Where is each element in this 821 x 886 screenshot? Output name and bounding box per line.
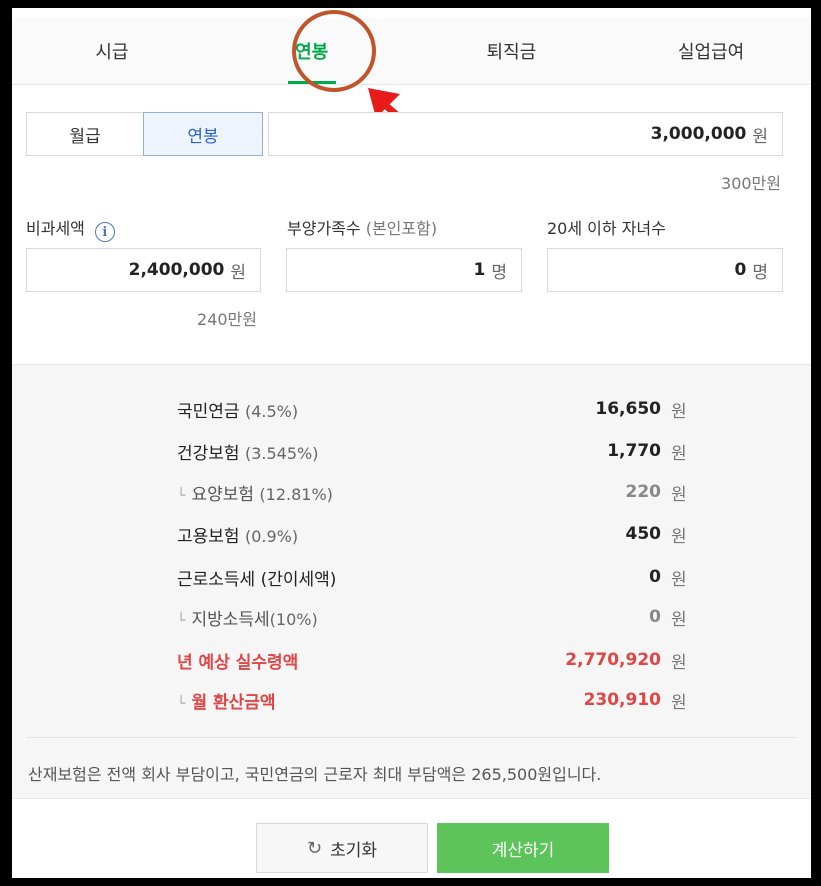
dependents-label-text: 부양가족수	[287, 219, 361, 238]
result-rate: (10%)	[269, 609, 318, 629]
results-panel: 국민연금 (4.5%) 16,650 원 건강보험 (3.545%) 1,770…	[12, 364, 811, 799]
tab-hourly[interactable]: 시급	[12, 18, 212, 84]
result-unit: 원	[671, 609, 687, 630]
result-label: 년 예상 실수령액	[177, 652, 299, 673]
reset-button[interactable]: ↻ 초기화	[256, 823, 428, 873]
result-row-health: 건강보험 (3.545%) 1,770 원	[177, 437, 687, 465]
result-name: 건강보험 (3.545%)	[177, 439, 607, 464]
tab-unemployment[interactable]: 실업급여	[611, 18, 811, 84]
result-label: 근로소득세 (간이세액)	[177, 569, 337, 590]
result-label: 고용보험	[177, 526, 240, 547]
result-rate: (12.81%)	[259, 484, 333, 504]
salary-input[interactable]: 3,000,000 원	[268, 112, 783, 156]
result-label: 지방소득세	[191, 609, 270, 630]
dependents-label-sub: (본인포함)	[365, 219, 438, 238]
result-unit: 원	[671, 401, 687, 422]
result-row-local-tax: └ 지방소득세(10%) 0 원	[177, 603, 687, 631]
result-row-monthly-net: └ 월 환산금액 230,910 원	[177, 686, 687, 714]
calculate-button[interactable]: 계산하기	[437, 823, 609, 873]
pay-type-annual[interactable]: 연봉	[143, 112, 263, 156]
result-label: 건강보험	[177, 443, 240, 464]
result-name: └ 요양보험 (12.81%)	[177, 480, 626, 505]
sub-item-marker: └	[177, 487, 186, 504]
non-taxable-label-text: 비과세액	[26, 219, 85, 238]
result-amount: 450	[625, 524, 662, 544]
children-value: 0	[734, 260, 747, 280]
result-amount: 220	[625, 482, 662, 502]
sub-item-marker: └	[177, 612, 186, 629]
tab-severance[interactable]: 퇴직금	[412, 18, 612, 84]
result-amount: 0	[649, 607, 661, 627]
result-unit: 원	[671, 526, 687, 547]
refresh-icon: ↻	[306, 837, 323, 859]
result-name: 국민연금 (4.5%)	[177, 397, 595, 422]
sub-item-marker: └	[177, 695, 186, 712]
salary-hint: 300만원	[721, 174, 781, 193]
dependents-unit: 명	[491, 262, 507, 283]
result-name: └ 월 환산금액	[177, 688, 584, 713]
non-taxable-value: 2,400,000	[128, 260, 225, 280]
result-rate: (0.9%)	[244, 526, 299, 546]
result-rate: (3.545%)	[244, 443, 319, 463]
result-unit: 원	[671, 443, 687, 464]
non-taxable-input[interactable]: 2,400,000 원	[26, 248, 261, 292]
pay-type-monthly[interactable]: 월급	[26, 112, 144, 156]
non-taxable-hint: 240만원	[197, 310, 257, 329]
result-amount: 16,650	[595, 399, 661, 419]
result-amount: 1,770	[607, 441, 661, 461]
result-amount: 0	[649, 567, 661, 587]
children-input[interactable]: 0 명	[547, 248, 783, 292]
result-row-longterm-care: └ 요양보험 (12.81%) 220 원	[177, 478, 687, 506]
result-rate: (4.5%)	[244, 401, 299, 421]
insurance-note: 산재보험은 전액 회사 부담이고, 국민연금의 근로자 최대 부담액은 265,…	[28, 765, 602, 784]
result-unit: 원	[671, 569, 687, 590]
result-amount: 230,910	[583, 690, 661, 710]
annotation-circle	[292, 10, 376, 92]
result-row-pension: 국민연금 (4.5%) 16,650 원	[177, 395, 687, 423]
result-row-income-tax: 근로소득세 (간이세액) 0 원	[177, 563, 687, 591]
non-taxable-label: 비과세액 i	[26, 215, 115, 242]
result-unit: 원	[671, 652, 687, 673]
result-row-annual-net: 년 예상 실수령액 2,770,920 원	[177, 646, 687, 674]
salary-value: 3,000,000	[650, 124, 747, 144]
result-row-employment: 고용보험 (0.9%) 450 원	[177, 520, 687, 548]
salary-unit: 원	[752, 126, 768, 147]
result-name: └ 지방소득세(10%)	[177, 605, 649, 630]
result-name: 근로소득세 (간이세액)	[177, 565, 649, 590]
result-name: 고용보험 (0.9%)	[177, 522, 626, 547]
calculator-tabs: 시급 연봉 퇴직금 실업급여	[12, 18, 811, 85]
result-amount: 2,770,920	[565, 650, 661, 670]
dependents-value: 1	[473, 260, 486, 280]
result-label: 월 환산금액	[191, 692, 276, 713]
non-taxable-unit: 원	[230, 262, 246, 283]
result-name: 년 예상 실수령액	[177, 648, 565, 673]
children-unit: 명	[752, 262, 768, 283]
result-label: 요양보험	[191, 484, 254, 505]
reset-label: 초기화	[330, 840, 377, 861]
children-label: 20세 이하 자녀수	[547, 219, 666, 238]
action-bar: ↻ 초기화 계산하기	[12, 798, 811, 878]
dependents-label: 부양가족수 (본인포함)	[287, 215, 437, 239]
dependents-input[interactable]: 1 명	[286, 248, 522, 292]
result-label: 국민연금	[177, 401, 240, 422]
result-unit: 원	[671, 692, 687, 713]
info-icon[interactable]: i	[94, 222, 115, 242]
result-unit: 원	[671, 484, 687, 505]
calculator-panel: 시급 연봉 퇴직금 실업급여 월급 연봉 3,000,000 원 300만원 비…	[12, 8, 811, 878]
results-divider	[26, 737, 797, 738]
